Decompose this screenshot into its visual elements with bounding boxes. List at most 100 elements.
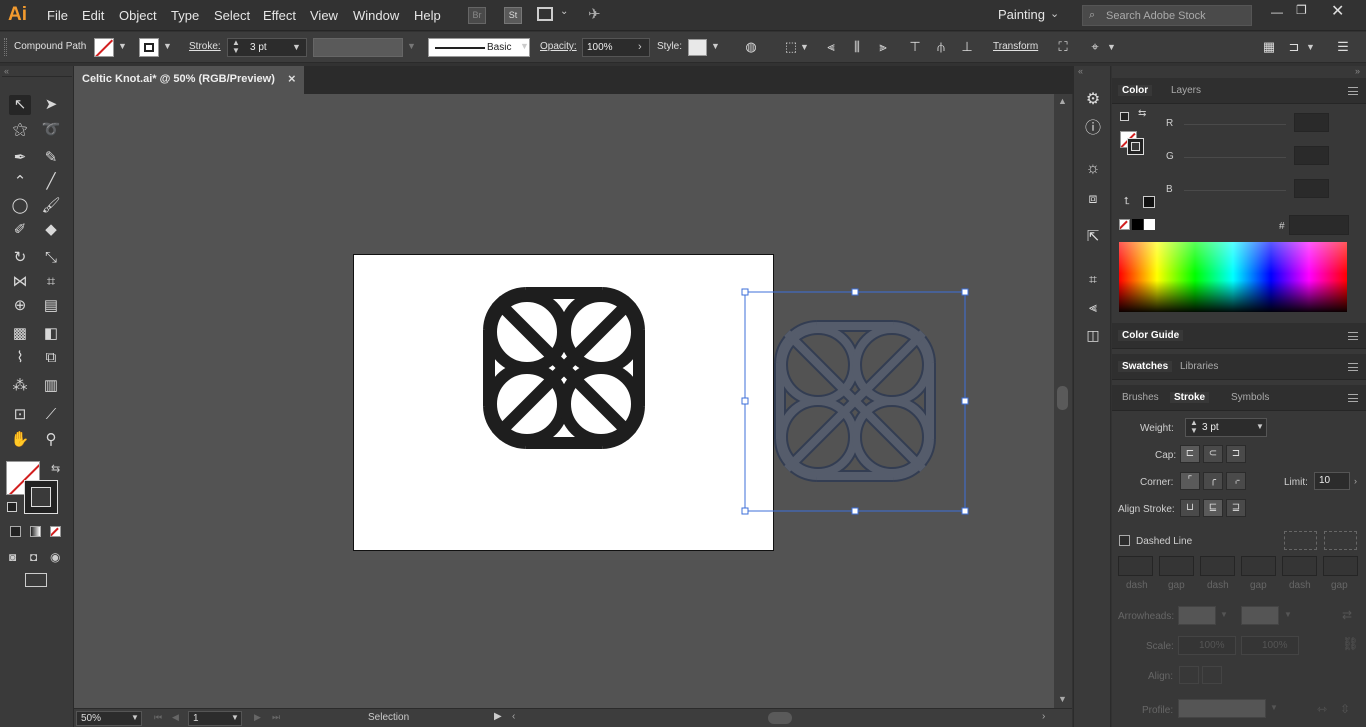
next-artboard-icon[interactable]: ▶: [254, 712, 261, 723]
chevron-down-icon[interactable]: ▼: [800, 42, 809, 52]
panel-stroke-swatch[interactable]: [1127, 138, 1144, 155]
color-spectrum[interactable]: [1119, 242, 1347, 312]
align-left-icon[interactable]: ⫷: [822, 38, 840, 56]
export-icon[interactable]: ⇱: [1084, 228, 1102, 246]
draw-behind-icon[interactable]: ◘: [30, 550, 37, 564]
menu-edit[interactable]: Edit: [82, 8, 104, 23]
brush-definition-field[interactable]: Basic: [428, 38, 530, 57]
transform-panel-icon[interactable]: ⌗: [1084, 270, 1102, 288]
align-horizontal-center-icon[interactable]: ⫼: [848, 38, 866, 56]
transform-link[interactable]: Transform: [993, 41, 1038, 52]
tab-swatches[interactable]: Swatches: [1118, 361, 1173, 372]
tab-stroke[interactable]: Stroke: [1170, 392, 1210, 403]
line-segment-tool-icon[interactable]: ╱: [40, 172, 62, 192]
hand-tool-icon[interactable]: ✋: [9, 430, 31, 450]
flip-along-icon[interactable]: ⇿: [1317, 702, 1327, 716]
menu-view[interactable]: View: [310, 8, 338, 23]
zoom-tool-icon[interactable]: ⚲: [40, 430, 62, 450]
selection-tool-icon[interactable]: ↖: [9, 95, 31, 115]
blue-value-field[interactable]: [1294, 179, 1329, 198]
graphic-styles-icon[interactable]: ⧈: [1084, 189, 1102, 207]
curvature-tool-icon[interactable]: ✎: [40, 148, 62, 168]
fill-none-swatch[interactable]: [94, 38, 114, 57]
last-artboard-icon[interactable]: ⏭: [272, 712, 280, 723]
shape-builder-tool-icon[interactable]: ⊕: [9, 296, 31, 316]
limit-field[interactable]: 10: [1314, 472, 1350, 490]
lasso-tool-icon[interactable]: ➰: [40, 120, 62, 140]
gap-2-field[interactable]: [1241, 556, 1276, 576]
status-menu-icon[interactable]: ▶: [494, 711, 502, 722]
round-cap-icon[interactable]: ⊂: [1203, 445, 1223, 463]
gpu-performance-icon[interactable]: ✈: [588, 5, 601, 23]
pathfinder-icon[interactable]: ◫: [1084, 326, 1102, 344]
menu-select[interactable]: Select: [214, 8, 250, 23]
menu-effect[interactable]: Effect: [263, 8, 296, 23]
perspective-grid-tool-icon[interactable]: ▤: [40, 296, 62, 316]
canvas-area[interactable]: [74, 94, 1054, 708]
appearance-icon[interactable]: ☼: [1084, 160, 1102, 178]
collapse-panel-icon[interactable]: «: [4, 66, 9, 76]
none-color-chip[interactable]: [1119, 219, 1130, 230]
expand-panels-icon[interactable]: «: [1078, 66, 1083, 76]
stock-search-box[interactable]: ⌕ Search Adobe Stock: [1082, 5, 1252, 26]
chevron-down-icon[interactable]: ▼: [292, 42, 301, 52]
info-icon[interactable]: ⓘ: [1084, 120, 1102, 138]
projecting-cap-icon[interactable]: ⊐: [1226, 445, 1246, 463]
panel-menu-icon[interactable]: [1348, 87, 1358, 95]
celtic-knot-outlined-copy[interactable]: [780, 326, 930, 476]
start-arrowhead-select[interactable]: [1178, 606, 1216, 625]
paintbrush-tool-icon[interactable]: 🖌: [40, 196, 62, 216]
chevron-down-icon[interactable]: ▼: [711, 41, 720, 51]
flip-across-icon[interactable]: ⇳: [1340, 702, 1350, 716]
opacity-field[interactable]: 100% ›: [582, 38, 650, 57]
panel-menu-icon[interactable]: [1348, 332, 1358, 340]
bridge-icon[interactable]: Br: [468, 7, 486, 24]
end-arrowhead-select[interactable]: [1241, 606, 1279, 625]
align-bottom-icon[interactable]: ⊥: [958, 38, 976, 56]
align-dash-corners-icon[interactable]: [1324, 531, 1357, 550]
profile-select[interactable]: [1178, 699, 1266, 718]
align-stroke-center-icon[interactable]: ⊔: [1180, 499, 1200, 517]
isolate-icon[interactable]: ⛶: [1054, 38, 1072, 56]
default-fill-stroke-icon[interactable]: [7, 502, 17, 512]
hex-value-field[interactable]: [1289, 215, 1349, 235]
tab-color-guide[interactable]: Color Guide: [1118, 330, 1184, 341]
chevron-down-icon[interactable]: ▼: [1306, 42, 1315, 52]
bevel-join-icon[interactable]: ⌌: [1226, 472, 1246, 490]
grip-handle[interactable]: [4, 38, 7, 56]
rotate-tool-icon[interactable]: ↻: [9, 248, 31, 268]
scale-tool-icon[interactable]: ⤡: [40, 248, 62, 268]
arrange-documents-icon[interactable]: [537, 7, 553, 21]
shape-builder-icon[interactable]: ▦: [1260, 38, 1278, 56]
free-transform-tool-icon[interactable]: ⌗: [40, 272, 62, 292]
gradient-mode-icon[interactable]: [30, 526, 41, 537]
slice-tool-icon[interactable]: ⟋: [40, 405, 62, 425]
puppet-warp-icon[interactable]: ⌖: [1086, 38, 1104, 56]
zoom-field[interactable]: 50% ▼: [76, 711, 142, 726]
eyedropper-tool-icon[interactable]: ⌇: [9, 348, 31, 368]
stock-icon[interactable]: St: [504, 7, 522, 24]
chevron-down-icon[interactable]: ▼: [1256, 422, 1264, 431]
arrow-tip-extend-icon[interactable]: [1179, 666, 1199, 684]
gradient-tool-icon[interactable]: ◧: [40, 324, 62, 344]
red-slider[interactable]: [1184, 124, 1286, 125]
scroll-thumb[interactable]: [1057, 386, 1068, 410]
control-panel-menu-icon[interactable]: ☰: [1334, 38, 1352, 56]
arrow-tip-place-icon[interactable]: [1202, 666, 1222, 684]
stepper-icon[interactable]: ▲ ▼: [1190, 419, 1198, 435]
graphic-style-swatch[interactable]: [688, 39, 707, 56]
workspace-switcher[interactable]: Painting: [998, 7, 1045, 22]
document-tab[interactable]: Celtic Knot.ai* @ 50% (RGB/Preview) ×: [74, 66, 304, 94]
scroll-left-icon[interactable]: ‹: [512, 711, 515, 722]
red-value-field[interactable]: [1294, 113, 1329, 132]
menu-object[interactable]: Object: [119, 8, 157, 23]
start-scale-field[interactable]: 100%: [1178, 636, 1236, 655]
status-text[interactable]: Selection: [368, 712, 409, 723]
chevron-down-icon[interactable]: ⌄: [1050, 7, 1059, 20]
link-scale-icon[interactable]: ⛓: [1342, 636, 1359, 652]
collapse-panels-icon[interactable]: »: [1355, 66, 1360, 76]
pen-tool-icon[interactable]: ✒: [9, 148, 31, 168]
chevron-down-icon[interactable]: ▼: [163, 41, 172, 51]
tab-symbols[interactable]: Symbols: [1231, 392, 1269, 403]
chevron-down-icon[interactable]: ▼: [118, 41, 127, 51]
